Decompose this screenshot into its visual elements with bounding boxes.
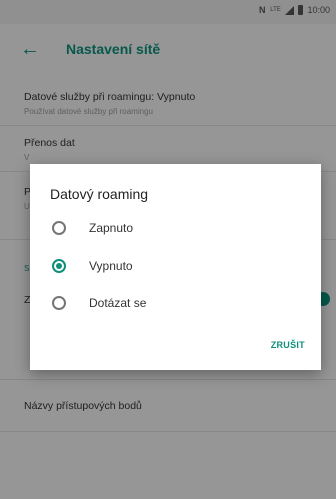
option-zapnuto[interactable]: Zapnuto (30, 209, 321, 245)
cancel-button[interactable]: ZRUŠIT (271, 340, 305, 350)
radio-unchecked-icon[interactable] (52, 296, 66, 310)
option-dotazat-se[interactable]: Dotázat se (30, 284, 321, 320)
option-label: Zapnuto (89, 221, 134, 235)
radio-dot (56, 263, 62, 269)
option-label: Dotázat se (89, 296, 147, 310)
roaming-dialog: Datový roaming Zapnuto Vypnuto Dotázat s… (30, 164, 321, 370)
option-vypnuto[interactable]: Vypnuto (30, 247, 321, 283)
dialog-title: Datový roaming (50, 186, 149, 202)
radio-unchecked-icon[interactable] (52, 221, 66, 235)
option-label: Vypnuto (89, 259, 133, 273)
radio-checked-icon[interactable] (52, 259, 66, 273)
